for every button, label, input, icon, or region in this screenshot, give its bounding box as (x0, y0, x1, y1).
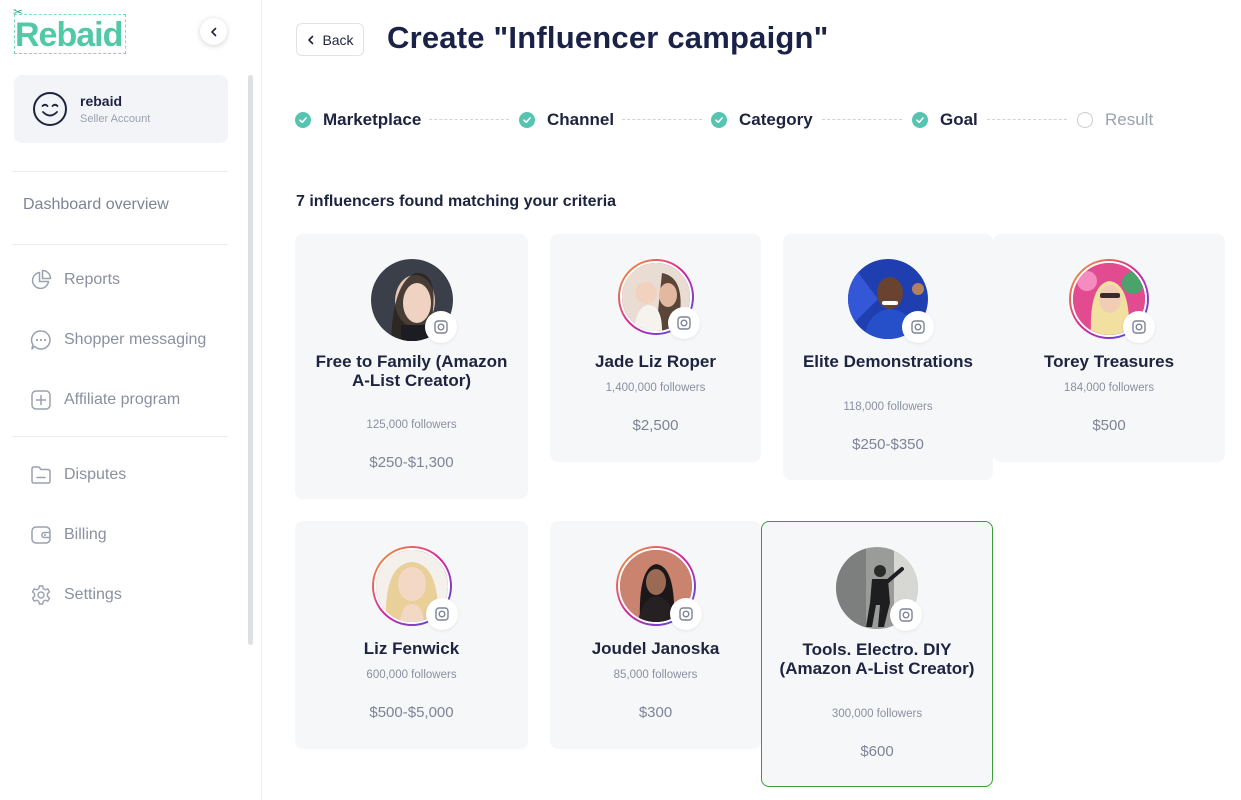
sidebar-item-billing[interactable]: Billing (30, 521, 107, 549)
step-connector (987, 119, 1067, 120)
pie-chart-icon (30, 269, 52, 291)
step-label: Channel (547, 110, 615, 129)
follower-count: 125,000 followers (366, 419, 457, 431)
price-range: $500 (1092, 417, 1126, 434)
influencer-card[interactable]: Torey Treasures 184,000 followers $500 (993, 234, 1225, 462)
price-range: $500-$5,000 (369, 704, 454, 721)
account-name: rebaid (80, 93, 123, 109)
influencer-name: Joudel Janoska (591, 639, 720, 658)
instagram-icon (890, 599, 922, 631)
empty-circle-icon (1077, 112, 1093, 128)
step-channel[interactable]: Channel (519, 108, 614, 132)
step-goal[interactable]: Goal (912, 108, 978, 132)
avatar (371, 546, 458, 630)
sidebar-item-label: Billing (64, 526, 107, 543)
influencer-card[interactable]: Joudel Janoska 85,000 followers $300 (550, 521, 761, 749)
sidebar: ✂ Rebaid rebaid Seller Account Dashboard… (0, 0, 262, 800)
influencer-name: Liz Fenwick (363, 639, 460, 658)
price-range: $300 (638, 704, 673, 721)
avatar (617, 259, 700, 339)
collapse-sidebar-button[interactable] (200, 18, 227, 45)
avatar (615, 546, 702, 630)
influencer-name: Torey Treasures (1043, 352, 1175, 371)
account-card[interactable]: rebaid Seller Account (14, 75, 228, 143)
price-range: $250-$350 (852, 436, 924, 453)
sidebar-item-settings[interactable]: Settings (30, 581, 122, 609)
price-range: $600 (860, 743, 894, 760)
chevron-left-icon (210, 27, 216, 36)
sidebar-item-label: Shopper messaging (64, 331, 207, 348)
step-result[interactable]: Result (1077, 108, 1153, 132)
chevron-left-icon (308, 35, 314, 44)
wallet-icon (30, 524, 52, 546)
sidebar-item-shopper-messaging[interactable]: Shopper messaging (30, 326, 206, 354)
divider (12, 244, 228, 245)
avatar (848, 259, 934, 343)
step-label: Marketplace (323, 110, 422, 129)
influencer-card-selected[interactable]: Tools. Electro. DIY (Amazon A-List Creat… (761, 521, 993, 787)
logo-text: Rebaid (15, 16, 123, 54)
influencer-name: Elite Demonstrations (802, 352, 974, 371)
page-title: Create "Influencer campaign" (387, 20, 829, 55)
follower-count: 600,000 followers (366, 669, 457, 681)
instagram-icon (424, 311, 457, 343)
follower-count: 300,000 followers (831, 708, 923, 720)
instagram-icon (667, 307, 700, 339)
rebaid-logo[interactable]: ✂ Rebaid (13, 6, 126, 54)
step-connector (429, 119, 509, 120)
follower-count: 118,000 followers (843, 401, 933, 413)
results-count-heading: 7 influencers found matching your criter… (296, 193, 617, 210)
back-button[interactable]: Back (296, 23, 364, 56)
check-icon (711, 112, 727, 128)
instagram-icon (1123, 311, 1155, 343)
influencer-name: Tools. Electro. DIY (Amazon A-List Creat… (779, 640, 975, 678)
step-label: Result (1105, 110, 1154, 129)
sidebar-item-label: Settings (64, 586, 122, 603)
step-marketplace[interactable]: Marketplace (295, 108, 421, 132)
check-icon (519, 112, 535, 128)
instagram-icon (902, 311, 934, 343)
sidebar-item-label: Disputes (64, 466, 127, 483)
folder-icon (30, 464, 52, 486)
step-label: Goal (940, 110, 978, 129)
influencer-card[interactable]: Liz Fenwick 600,000 followers $500-$5,00… (295, 521, 528, 749)
price-range: $250-$1,300 (369, 454, 454, 471)
divider (12, 171, 228, 172)
step-category[interactable]: Category (711, 108, 813, 132)
follower-count: 184,000 followers (1063, 382, 1155, 394)
influencer-name: Free to Family (Amazon A-List Creator) (315, 352, 508, 390)
step-label: Category (739, 110, 813, 129)
avatar (1069, 259, 1155, 343)
instagram-icon (425, 598, 458, 630)
influencer-card[interactable]: Jade Liz Roper 1,400,000 followers $2,50… (550, 234, 761, 462)
price-range: $2,500 (632, 417, 679, 434)
influencer-card[interactable]: Elite Demonstrations 118,000 followers $… (783, 234, 993, 480)
check-icon (295, 112, 311, 128)
sidebar-item-disputes[interactable]: Disputes (30, 461, 126, 489)
sidebar-item-label: Reports (64, 271, 121, 288)
avatar (370, 259, 457, 343)
chat-icon (30, 329, 52, 351)
account-role: Seller Account (80, 113, 151, 125)
sidebar-item-reports[interactable]: Reports (30, 266, 120, 294)
influencer-card[interactable]: Free to Family (Amazon A-List Creator) 1… (295, 234, 528, 499)
dashboard-overview-link[interactable]: Dashboard overview (23, 196, 169, 214)
plus-square-icon (30, 389, 52, 411)
sidebar-item-affiliate-program[interactable]: Affiliate program (30, 386, 180, 414)
progress-stepper: Marketplace Channel Category Goal Result (295, 108, 1195, 132)
smiley-avatar-icon (33, 92, 67, 126)
gear-icon (30, 584, 52, 606)
step-connector (822, 119, 902, 120)
follower-count: 1,400,000 followers (605, 382, 706, 394)
follower-count: 85,000 followers (613, 669, 698, 681)
instagram-icon (669, 598, 702, 630)
avatar (836, 547, 922, 631)
sidebar-item-label: Affiliate program (64, 391, 181, 408)
influencer-name: Jade Liz Roper (595, 352, 716, 371)
step-connector (622, 119, 702, 120)
divider (12, 436, 228, 437)
back-label: Back (322, 31, 354, 48)
check-icon (912, 112, 928, 128)
sidebar-scrollbar[interactable] (248, 75, 253, 645)
